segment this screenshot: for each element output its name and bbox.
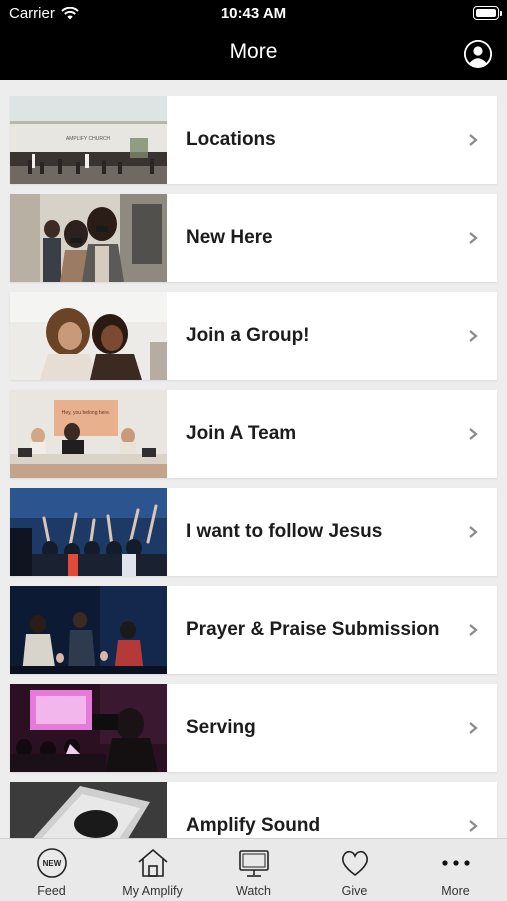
menu-item-prayer-praise[interactable]: Prayer & Praise Submission: [10, 586, 497, 674]
battery-icon: [473, 6, 502, 20]
menu-item-follow-jesus[interactable]: I want to follow Jesus: [10, 488, 497, 576]
house-icon: [137, 848, 168, 877]
menu-item-join-a-team[interactable]: Hey, you belong here. Join A Team: [10, 390, 497, 478]
tab-my-amplify[interactable]: My Amplify: [102, 839, 203, 901]
menu-item-amplify-sound[interactable]: Amplify Sound: [10, 782, 497, 838]
worship-crowd-photo: [10, 488, 167, 576]
monitor-icon: [238, 850, 269, 877]
chevron-right-icon: [469, 330, 478, 342]
menu-item-label: New Here: [186, 227, 273, 248]
tab-watch[interactable]: Watch: [203, 839, 304, 901]
camera-operator-photo: [10, 684, 167, 772]
new-badge-icon: NEW: [36, 848, 67, 878]
menu-list[interactable]: AMPLIFY CHURCH Locations New Here Join a…: [0, 80, 507, 838]
menu-item-join-a-group[interactable]: Join a Group!: [10, 292, 497, 380]
tab-bar: NEW Feed My Amplify Watch Give More: [0, 838, 507, 901]
profile-icon[interactable]: [464, 40, 492, 68]
building-sign-text: AMPLIFY CHURCH: [66, 136, 111, 142]
tab-label: My Amplify: [122, 884, 183, 898]
menu-item-label: Locations: [186, 129, 276, 150]
more-dots-icon: [441, 860, 470, 866]
menu-item-new-here[interactable]: New Here: [10, 194, 497, 282]
menu-item-label: Serving: [186, 717, 256, 738]
page-title: More: [229, 40, 278, 63]
tab-label: Feed: [37, 884, 66, 898]
menu-item-serving[interactable]: Serving: [10, 684, 497, 772]
tab-label: More: [441, 884, 470, 898]
status-time: 10:43 AM: [220, 5, 287, 22]
chevron-right-icon: [469, 428, 478, 440]
welcome-desk-photo: Hey, you belong here.: [10, 390, 167, 478]
menu-item-label: Prayer & Praise Submission: [186, 619, 440, 640]
chevron-right-icon: [469, 624, 478, 636]
tab-feed[interactable]: NEW Feed: [1, 839, 102, 901]
chevron-right-icon: [469, 526, 478, 538]
heart-icon: [341, 850, 368, 877]
two-friends-photo: [10, 292, 167, 380]
chevron-right-icon: [469, 722, 478, 734]
tab-label: Give: [341, 884, 368, 898]
sound-booth-photo: [10, 782, 167, 838]
status-bar: Carrier 10:43 AM: [0, 0, 507, 28]
svg-text:NEW: NEW: [42, 859, 61, 868]
stage-worship-photo: [10, 586, 167, 674]
chevron-right-icon: [469, 134, 478, 146]
tab-label: Watch: [236, 884, 271, 898]
menu-item-label: Join A Team: [186, 423, 297, 444]
people-masks-photo: [10, 194, 167, 282]
desk-sign-text: Hey, you belong here.: [62, 410, 111, 416]
top-bar: Carrier 10:43 AM More: [0, 0, 507, 80]
menu-item-locations[interactable]: AMPLIFY CHURCH Locations: [10, 96, 497, 184]
menu-item-label: Amplify Sound: [186, 815, 321, 836]
chevron-right-icon: [469, 232, 478, 244]
chevron-right-icon: [469, 820, 478, 832]
tab-more[interactable]: More: [405, 839, 506, 901]
church-building-photo: AMPLIFY CHURCH: [10, 96, 167, 184]
tab-give[interactable]: Give: [304, 839, 405, 901]
menu-item-label: Join a Group!: [186, 325, 310, 346]
menu-item-label: I want to follow Jesus: [186, 521, 383, 542]
